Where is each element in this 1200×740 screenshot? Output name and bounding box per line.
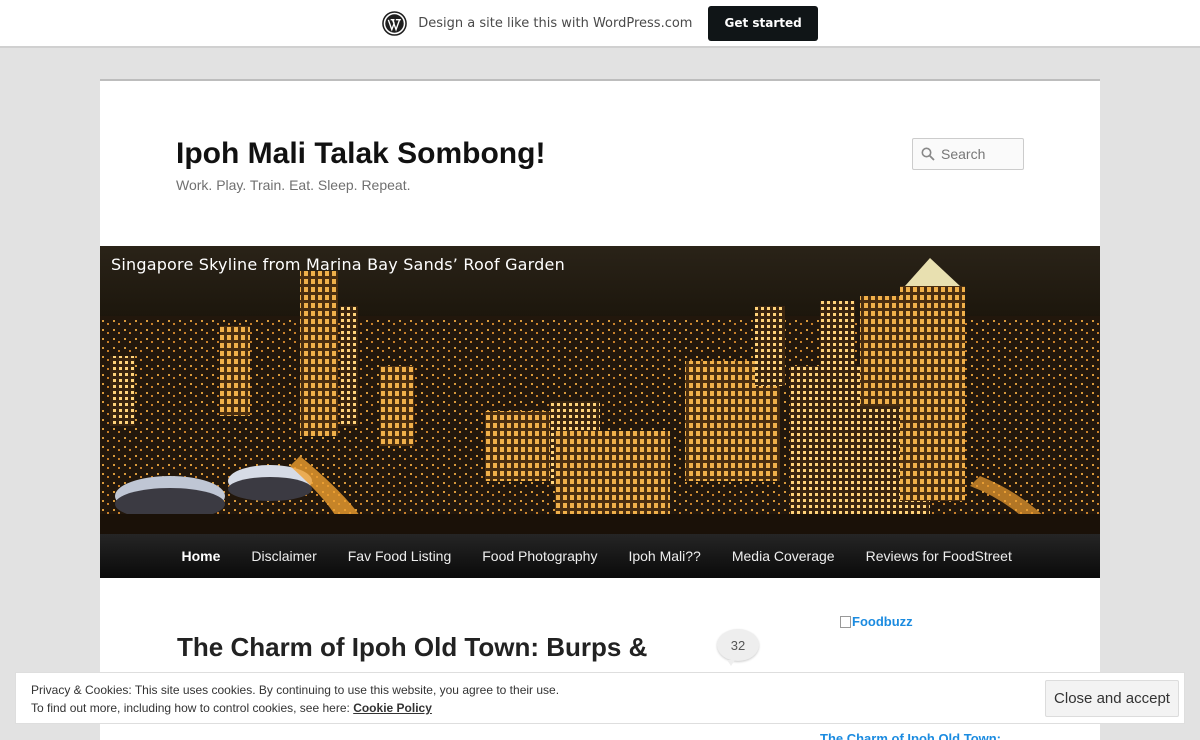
nav-item-fav-food-listing[interactable]: Fav Food Listing [332,534,467,578]
foodbuzz-badge-link[interactable]: Foodbuzz [840,614,913,629]
get-started-button[interactable]: Get started [708,5,818,41]
cookie-message: Privacy & Cookies: This site uses cookie… [31,681,559,717]
wordpress-logo-icon[interactable] [382,10,408,36]
close-and-accept-button[interactable]: Close and accept [1045,680,1179,717]
site-title[interactable]: Ipoh Mali Talak Sombong! [176,137,545,171]
nav-item-media-coverage[interactable]: Media Coverage [716,534,850,578]
search-input[interactable] [941,146,1019,162]
skyline-photo [100,246,1100,534]
wordpress-promo-bar: Design a site like this with WordPress.c… [0,0,1200,48]
cookie-line-1: Privacy & Cookies: This site uses cookie… [31,683,560,697]
cookie-line-2-text: To find out more, including how to contr… [31,701,354,715]
nav-item-reviews-for-foodstreet[interactable]: Reviews for FoodStreet [850,534,1027,578]
main-navigation: Home Disclaimer Fav Food Listing Food Ph… [100,534,1100,578]
cookie-line-2: To find out more, including how to contr… [31,699,559,717]
search-icon [921,147,935,161]
comment-count-bubble[interactable]: 32 [717,629,759,666]
cookie-policy-link[interactable]: Cookie Policy [353,701,432,715]
nav-item-disclaimer[interactable]: Disclaimer [236,534,332,578]
search-box[interactable] [912,138,1024,170]
cookie-banner: Privacy & Cookies: This site uses cookie… [15,672,1185,724]
nav-item-food-photography[interactable]: Food Photography [467,534,613,578]
wordpress-promo-text[interactable]: Design a site like this with WordPress.c… [418,16,692,31]
foodbuzz-alt-text: Foodbuzz [852,614,913,629]
header-caption: Singapore Skyline from Marina Bay Sands’… [111,255,565,274]
header-image[interactable]: Singapore Skyline from Marina Bay Sands’… [100,246,1100,534]
nav-item-home[interactable]: Home [166,534,236,578]
sidebar-recent-post-link[interactable]: The Charm of Ipoh Old Town: [820,731,1001,740]
page-container: Ipoh Mali Talak Sombong! Work. Play. Tra… [100,79,1100,740]
site-tagline: Work. Play. Train. Eat. Sleep. Repeat. [176,177,411,193]
nav-item-ipoh-mali[interactable]: Ipoh Mali?? [613,534,716,578]
broken-image-icon [840,616,851,628]
